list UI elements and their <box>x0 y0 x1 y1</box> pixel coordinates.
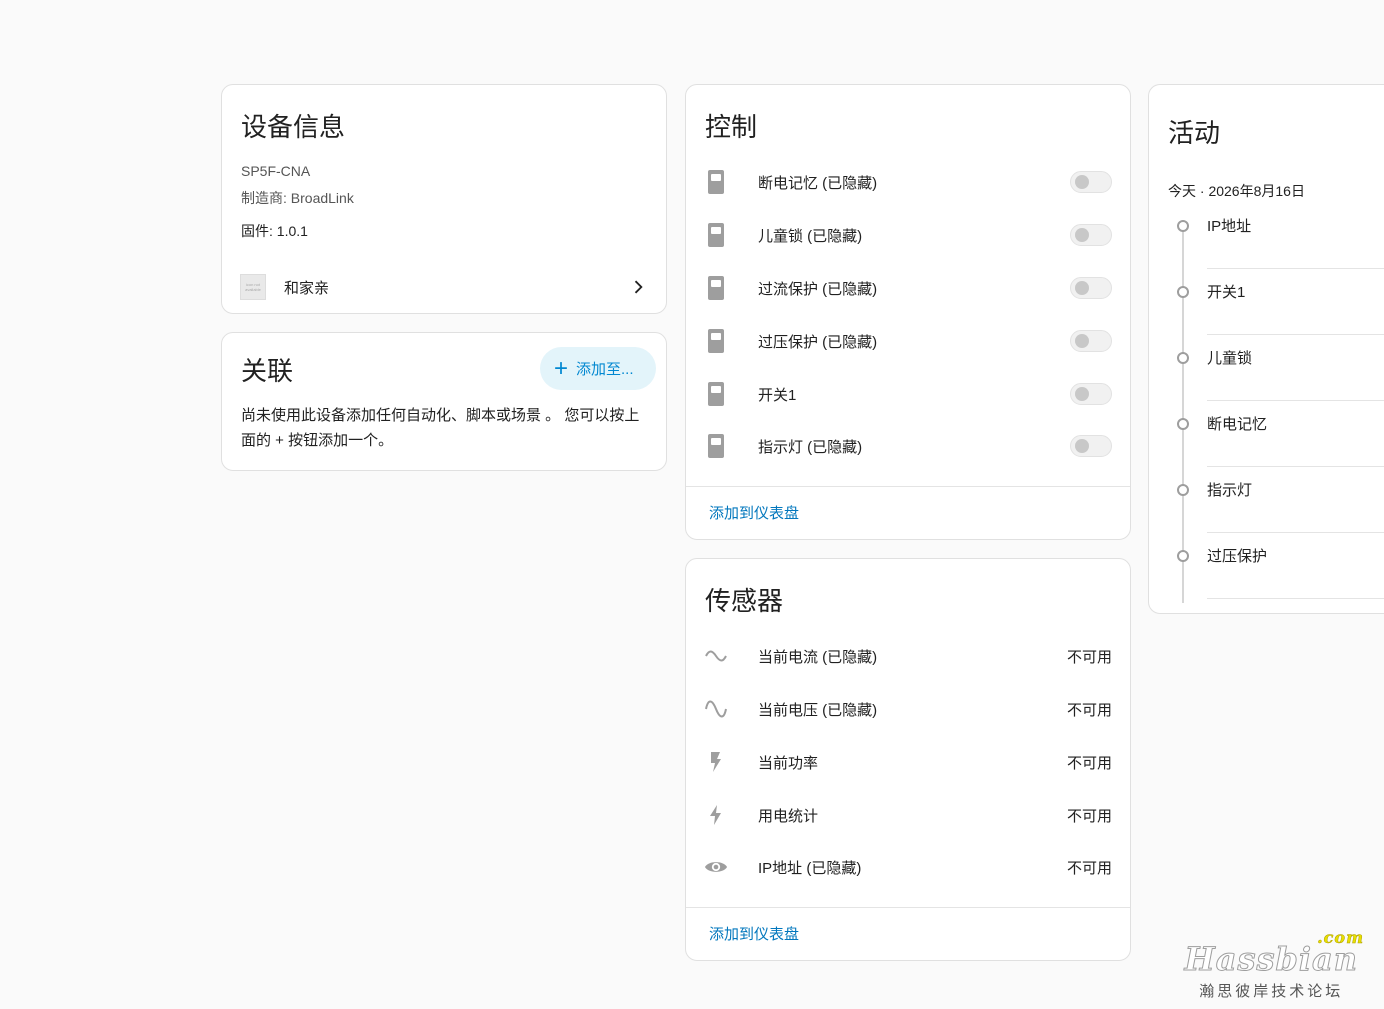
activity-item: 儿童锁 <box>1149 347 1384 413</box>
timeline-dot-icon <box>1177 286 1189 298</box>
activity-card: 活动 今天 · 2026年8月16日 IP地址 开关1 儿童锁 断电记忆 指示灯… <box>1148 84 1384 614</box>
sensor-name: 当前电压 (已隐藏) <box>758 701 878 719</box>
activity-entity-link[interactable]: 过压保护 <box>1207 545 1267 566</box>
sensors-card: 传感器 当前电流 (已隐藏) 不可用 当前电压 (已隐藏) 不可用 当前功率 不… <box>685 558 1131 961</box>
control-name: 儿童锁 (已隐藏) <box>758 227 863 245</box>
sensor-state: 不可用 <box>1066 701 1112 719</box>
control-row[interactable]: 过流保护 (已隐藏) <box>704 268 1112 308</box>
sensor-row[interactable]: 用电统计 不可用 <box>704 795 1112 835</box>
watermark-com: .com <box>1317 928 1364 948</box>
sensor-name: IP地址 (已隐藏) <box>758 859 862 877</box>
plus-icon: + <box>554 354 569 382</box>
controls-footer: 添加到仪表盘 <box>686 486 1130 539</box>
eye-icon <box>704 855 728 879</box>
control-row[interactable]: 开关1 <box>704 374 1112 414</box>
control-name: 断电记忆 (已隐藏) <box>758 174 878 192</box>
sensor-name: 用电统计 <box>758 807 819 825</box>
sensor-row[interactable]: IP地址 (已隐藏) 不可用 <box>704 847 1112 887</box>
sensor-state: 不可用 <box>1066 807 1112 825</box>
activity-item: 指示灯 <box>1149 479 1384 545</box>
timeline-dot-icon <box>1177 418 1189 430</box>
power-socket-icon <box>704 170 728 194</box>
related-title: 关联 <box>241 356 294 386</box>
related-card: 关联 + 添加至... 尚未使用此设备添加任何自动化、脚本或场景 。 您可以按上… <box>221 332 667 471</box>
divider <box>1207 598 1384 599</box>
control-toggle[interactable] <box>1070 224 1112 246</box>
flash-icon <box>704 750 728 774</box>
control-row[interactable]: 指示灯 (已隐藏) <box>704 426 1112 466</box>
sine-wave-icon <box>704 697 728 721</box>
area-link[interactable]: icon not available 和家亲 <box>240 273 648 301</box>
activity-item: 断电记忆 <box>1149 413 1384 479</box>
activity-entity-link[interactable]: 儿童锁 <box>1207 347 1252 368</box>
area-label: 和家亲 <box>284 279 330 297</box>
control-row[interactable]: 儿童锁 (已隐藏) <box>704 215 1112 255</box>
power-socket-icon <box>704 329 728 353</box>
control-toggle[interactable] <box>1070 171 1112 193</box>
control-toggle[interactable] <box>1070 330 1112 352</box>
watermark-main: Hassbian .com <box>1184 928 1363 979</box>
power-socket-icon <box>704 434 728 458</box>
activity-item: 过压保护 <box>1149 545 1384 611</box>
control-toggle[interactable] <box>1070 383 1112 405</box>
activity-item: 开关1 <box>1149 281 1384 347</box>
device-manufacturer: 制造商: BroadLink <box>241 190 354 206</box>
related-empty-text: 尚未使用此设备添加任何自动化、脚本或场景 。 您可以按上面的 + 按钮添加一个。 <box>241 407 640 449</box>
device-info-card: 设备信息 SP5F-CNA 制造商: BroadLink 固件: 1.0.1 i… <box>221 84 667 314</box>
lightning-bolt-icon <box>704 803 728 827</box>
divider <box>1207 532 1384 533</box>
timeline-dot-icon <box>1177 352 1189 364</box>
area-thumbnail: icon not available <box>240 274 266 300</box>
control-toggle[interactable] <box>1070 277 1112 299</box>
control-name: 开关1 <box>758 386 797 404</box>
sensor-row[interactable]: 当前电流 (已隐藏) 不可用 <box>704 636 1112 676</box>
timeline-dot-icon <box>1177 484 1189 496</box>
watermark-sub: 瀚思彼岸技术论坛 <box>1199 983 1344 1000</box>
sensor-row[interactable]: 当前功率 不可用 <box>704 742 1112 782</box>
controls-card: 控制 断电记忆 (已隐藏) 儿童锁 (已隐藏) 过流保护 (已隐藏) 过压保护 … <box>685 84 1131 540</box>
controls-title: 控制 <box>705 112 758 142</box>
divider <box>1207 268 1384 269</box>
divider <box>1207 334 1384 335</box>
divider <box>1207 400 1384 401</box>
divider <box>1207 466 1384 467</box>
activity-entity-link[interactable]: 指示灯 <box>1207 479 1252 500</box>
control-name: 指示灯 (已隐藏) <box>758 438 863 456</box>
power-socket-icon <box>704 382 728 406</box>
sensor-state: 不可用 <box>1066 754 1112 772</box>
activity-title: 活动 <box>1168 118 1221 148</box>
control-name: 过压保护 (已隐藏) <box>758 333 878 351</box>
power-socket-icon <box>704 276 728 300</box>
sensor-name: 当前电流 (已隐藏) <box>758 648 878 666</box>
activity-entity-link[interactable]: 断电记忆 <box>1207 413 1267 434</box>
watermark-logo: Hassbian .com 瀚思彼岸技术论坛 <box>1184 928 1363 1001</box>
add-to-dashboard-link[interactable]: 添加到仪表盘 <box>709 923 799 944</box>
timeline-dot-icon <box>1177 220 1189 232</box>
add-to-label: 添加至... <box>576 361 634 378</box>
activity-date: 今天 · 2026年8月16日 <box>1168 183 1305 199</box>
activity-entity-link[interactable]: IP地址 <box>1207 215 1251 236</box>
sensor-state: 不可用 <box>1066 859 1112 877</box>
device-model: SP5F-CNA <box>241 163 311 179</box>
activity-entity-link[interactable]: 开关1 <box>1207 281 1245 302</box>
power-socket-icon <box>704 223 728 247</box>
control-row[interactable]: 过压保护 (已隐藏) <box>704 321 1112 361</box>
control-name: 过流保护 (已隐藏) <box>758 280 878 298</box>
sensors-footer: 添加到仪表盘 <box>686 907 1130 960</box>
chevron-right-icon <box>634 280 643 294</box>
sensor-name: 当前功率 <box>758 754 819 772</box>
sensor-state: 不可用 <box>1066 648 1112 666</box>
timeline-dot-icon <box>1177 550 1189 562</box>
add-to-button[interactable]: + 添加至... <box>540 347 656 390</box>
device-firmware: 固件: 1.0.1 <box>241 223 308 239</box>
activity-item: IP地址 <box>1149 215 1384 281</box>
sensors-title: 传感器 <box>705 586 784 616</box>
sensor-row[interactable]: 当前电压 (已隐藏) 不可用 <box>704 689 1112 729</box>
current-ac-icon <box>704 644 728 668</box>
add-to-dashboard-link[interactable]: 添加到仪表盘 <box>709 502 799 523</box>
device-info-title: 设备信息 <box>241 112 346 142</box>
control-row[interactable]: 断电记忆 (已隐藏) <box>704 162 1112 202</box>
control-toggle[interactable] <box>1070 435 1112 457</box>
